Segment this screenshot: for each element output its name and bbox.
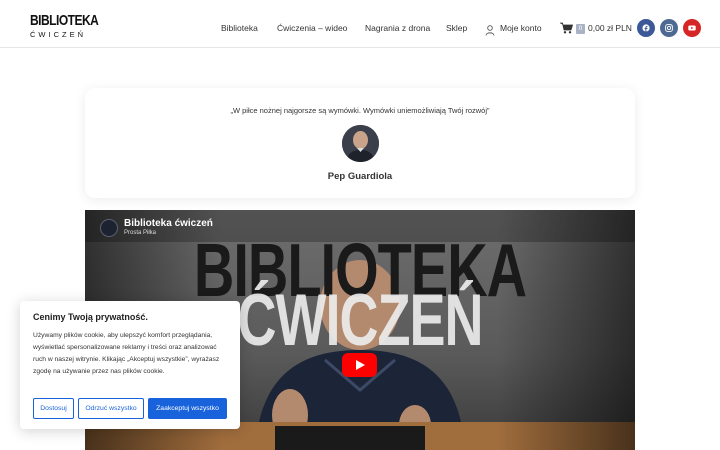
youtube-icon[interactable] (683, 19, 701, 37)
channel-avatar[interactable] (100, 219, 118, 237)
logo-text-top: BIBLIOTEKA (30, 11, 99, 29)
instagram-icon[interactable] (660, 19, 678, 37)
accept-all-button[interactable]: Zaakceptuj wszystko (148, 398, 227, 419)
site-header: BIBLIOTEKA ĆWICZEŃ Biblioteka Ćwiczenia … (0, 0, 720, 48)
cart-icon[interactable] (560, 21, 574, 34)
user-icon[interactable] (485, 23, 495, 36)
logo-text-bottom: ĆWICZEŃ (30, 30, 86, 39)
nav-item-biblioteka[interactable]: Biblioteka (221, 23, 258, 33)
cookie-description: Używamy plików cookie, aby ulepszyć komf… (33, 332, 220, 375)
page: BIBLIOTEKA ĆWICZEŃ Biblioteka Ćwiczenia … (0, 0, 720, 450)
quote-card: „W piłce nożnej najgorsze są wymówki. Wy… (85, 88, 635, 198)
facebook-icon[interactable] (637, 19, 655, 37)
cart-total[interactable]: 0,00 zł PLN (588, 23, 632, 33)
quote-author: Pep Guardiola (327, 171, 393, 182)
nav-item-nagrania-z-drona[interactable]: Nagrania z drona (365, 23, 430, 33)
customize-button[interactable]: Dostosuj (33, 398, 74, 419)
cart-count-badge: 0 (576, 24, 585, 34)
quote-text: „W piłce nożnej najgorsze są wymówki. Wy… (230, 106, 490, 115)
nav-item-sklep[interactable]: Sklep (446, 23, 467, 33)
author-avatar (342, 125, 379, 162)
nav-item-moje-konto[interactable]: Moje konto (500, 23, 542, 33)
nav-item-cwiczenia-wideo[interactable]: Ćwiczenia – wideo (277, 23, 347, 33)
site-logo[interactable]: BIBLIOTEKA ĆWICZEŃ (30, 11, 99, 43)
cookie-title: Cenimy Twoją prywatność. (33, 312, 148, 322)
video-title[interactable]: Biblioteka ćwiczeń (124, 218, 213, 229)
play-icon[interactable] (342, 353, 377, 377)
cookie-consent-popup: Cenimy Twoją prywatność. Używamy plików … (20, 301, 240, 429)
reject-all-button[interactable]: Odrzuć wszystko (78, 398, 144, 419)
video-channel-name[interactable]: Prosta Piłka (124, 230, 156, 236)
